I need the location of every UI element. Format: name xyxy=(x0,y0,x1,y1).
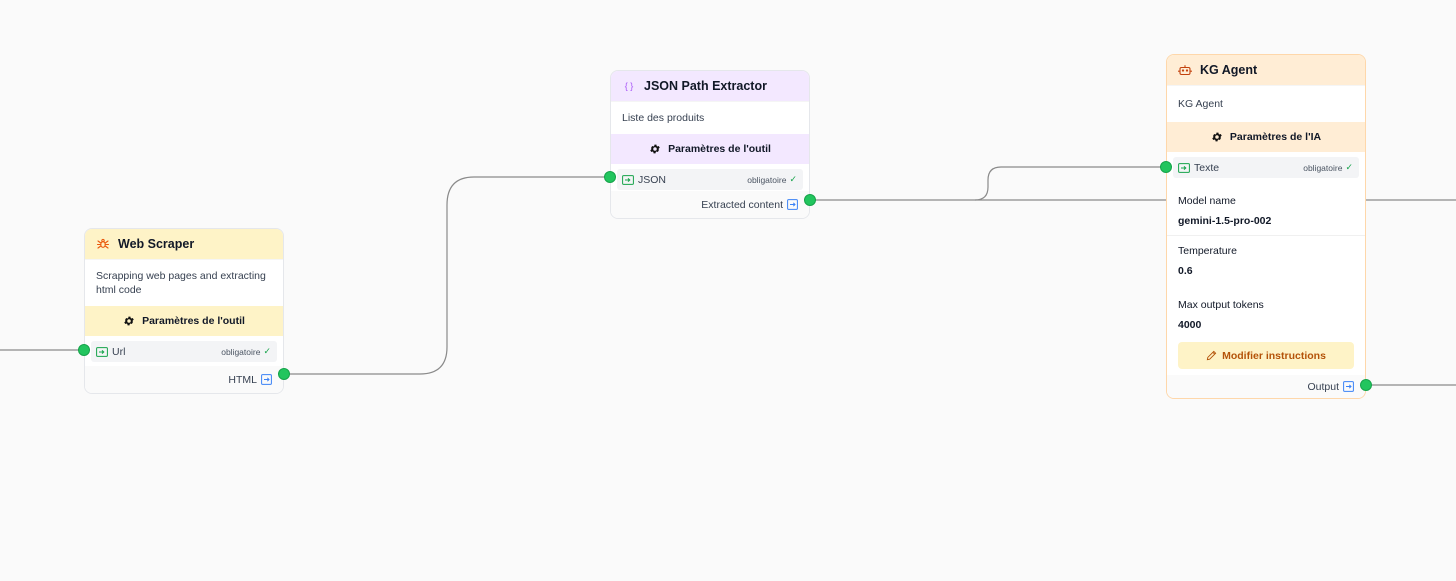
input-label: Url xyxy=(112,345,126,358)
params-label: Paramètres de l'outil xyxy=(668,143,771,155)
node-header[interactable]: Web Scraper xyxy=(85,229,283,259)
output-handle-extracted-content[interactable] xyxy=(804,194,816,206)
output-output[interactable]: Output xyxy=(1167,375,1365,398)
input-icon xyxy=(1178,162,1190,173)
required-label: obligatoire xyxy=(747,174,787,185)
check-icon: ✓ xyxy=(789,174,797,184)
gear-icon xyxy=(124,316,134,326)
modify-instructions-button[interactable]: Modifier instructions xyxy=(1178,342,1354,369)
required-label: obligatoire xyxy=(1303,162,1343,173)
output-icon xyxy=(1343,381,1354,392)
modify-label: Modifier instructions xyxy=(1222,349,1326,362)
required-badge: obligatoire ✓ xyxy=(1303,162,1353,173)
output-handle-output[interactable] xyxy=(1360,379,1372,391)
field-label: Model name xyxy=(1178,195,1236,207)
output-label: Extracted content xyxy=(701,198,783,211)
node-title: KG Agent xyxy=(1200,63,1258,77)
input-label: Texte xyxy=(1194,161,1220,174)
input-texte[interactable]: Texte obligatoire ✓ xyxy=(1173,157,1359,178)
output-icon xyxy=(261,374,272,385)
required-label: obligatoire xyxy=(221,346,261,357)
field-max-output-tokens: Max output tokens 4000 xyxy=(1167,285,1365,339)
output-html[interactable]: HTML xyxy=(85,366,283,393)
input-handle-json[interactable] xyxy=(604,171,616,183)
gear-icon xyxy=(650,144,660,154)
robot-icon xyxy=(1178,63,1192,77)
input-json[interactable]: JSON obligatoire ✓ xyxy=(617,169,803,190)
output-icon xyxy=(787,199,798,210)
pencil-icon xyxy=(1206,350,1217,361)
node-title: JSON Path Extractor xyxy=(644,79,767,93)
node-header[interactable]: { } JSON Path Extractor xyxy=(611,71,809,101)
tool-params-button[interactable]: Paramètres de l'outil xyxy=(85,306,283,336)
check-icon: ✓ xyxy=(263,346,271,356)
spider-icon xyxy=(96,237,110,251)
required-badge: obligatoire ✓ xyxy=(747,174,797,185)
field-label: Max output tokens xyxy=(1178,299,1264,311)
node-header[interactable]: KG Agent xyxy=(1167,55,1365,85)
field-value: 4000 xyxy=(1178,319,1202,331)
field-temperature: Temperature 0.6 xyxy=(1167,236,1365,285)
field-value: gemini-1.5-pro-002 xyxy=(1178,215,1272,227)
params-label: Paramètres de l'outil xyxy=(142,315,245,327)
params-label: Paramètres de l'IA xyxy=(1229,131,1322,143)
required-badge: obligatoire ✓ xyxy=(221,346,271,357)
edge-html-to-json[interactable] xyxy=(284,176,610,375)
output-label: HTML xyxy=(228,373,257,386)
field-value: 0.6 xyxy=(1178,265,1193,277)
input-icon xyxy=(622,174,634,185)
kg-agent-node[interactable]: KG Agent KG Agent Paramètres de l'IA Tex… xyxy=(1166,54,1366,399)
input-icon xyxy=(96,346,108,357)
gear-icon xyxy=(1212,132,1222,142)
check-icon: ✓ xyxy=(1345,162,1353,172)
output-label: Output xyxy=(1307,380,1339,393)
braces-icon: { } xyxy=(624,81,634,91)
node-description: Liste des produits xyxy=(611,101,809,134)
ai-params-button[interactable]: Paramètres de l'IA xyxy=(1167,122,1365,152)
input-handle-url[interactable] xyxy=(78,344,90,356)
edge-extracted-to-kg-agent[interactable] xyxy=(810,166,1166,201)
json-path-extractor-node[interactable]: { } JSON Path Extractor Liste des produi… xyxy=(610,70,810,219)
input-label: JSON xyxy=(638,173,667,186)
node-description: KG Agent xyxy=(1167,85,1365,122)
output-handle-html[interactable] xyxy=(278,368,290,380)
node-description: Scrapping web pages and extracting html … xyxy=(85,259,283,306)
node-title: Web Scraper xyxy=(118,237,195,251)
input-handle-texte[interactable] xyxy=(1160,161,1172,173)
output-extracted-content[interactable]: Extracted content xyxy=(611,191,809,218)
web-scraper-node[interactable]: Web Scraper Scrapping web pages and extr… xyxy=(84,228,284,394)
field-label: Temperature xyxy=(1178,245,1237,257)
input-url[interactable]: Url obligatoire ✓ xyxy=(91,341,277,362)
field-model-name: Model name gemini-1.5-pro-002 xyxy=(1167,186,1365,236)
tool-params-button[interactable]: Paramètres de l'outil xyxy=(611,134,809,164)
